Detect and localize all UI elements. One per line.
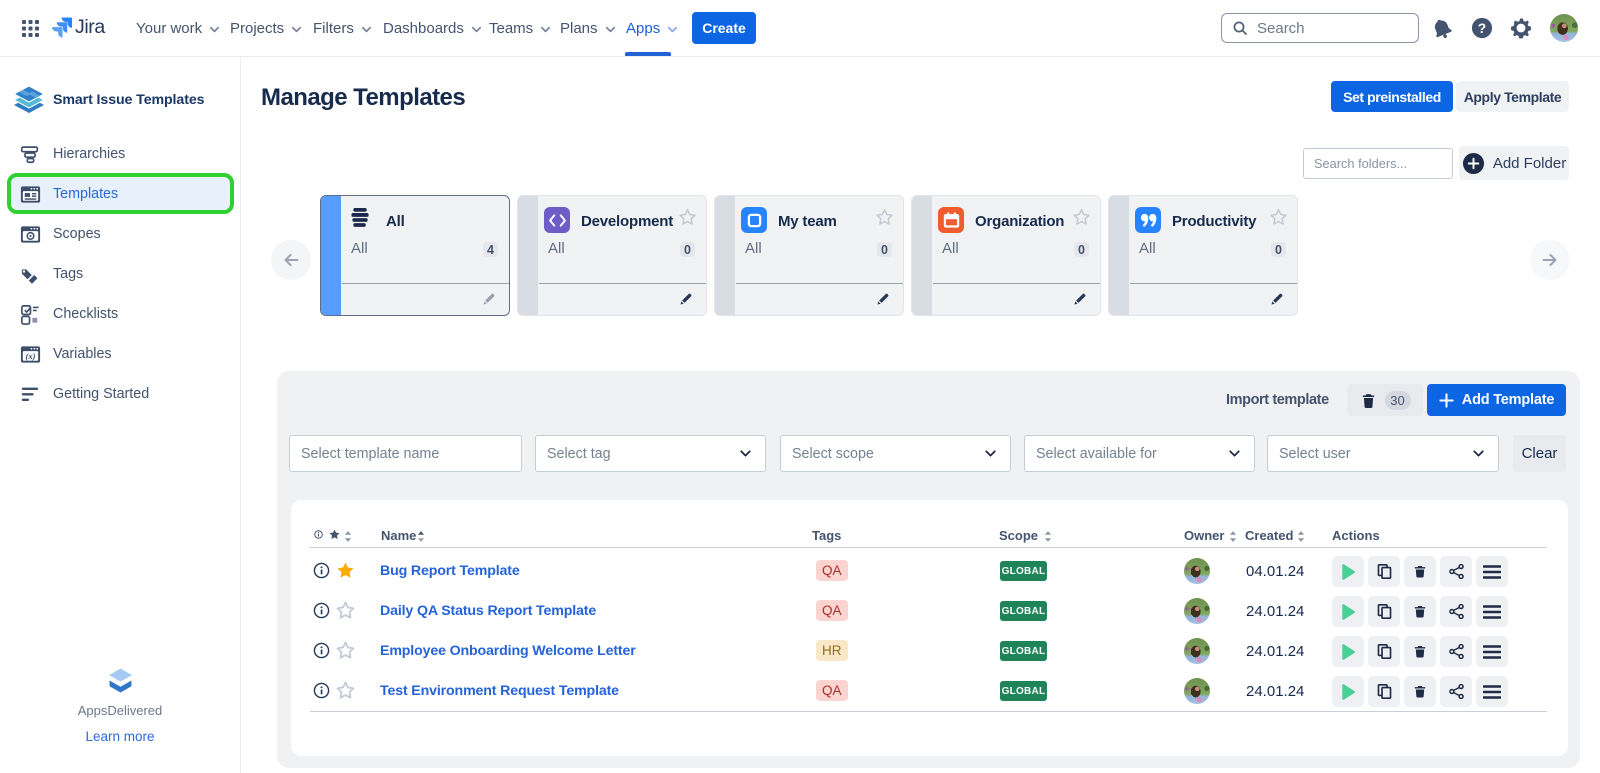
svg-text:?: ? [1478,21,1486,36]
svg-text:(x): (x) [25,350,35,360]
